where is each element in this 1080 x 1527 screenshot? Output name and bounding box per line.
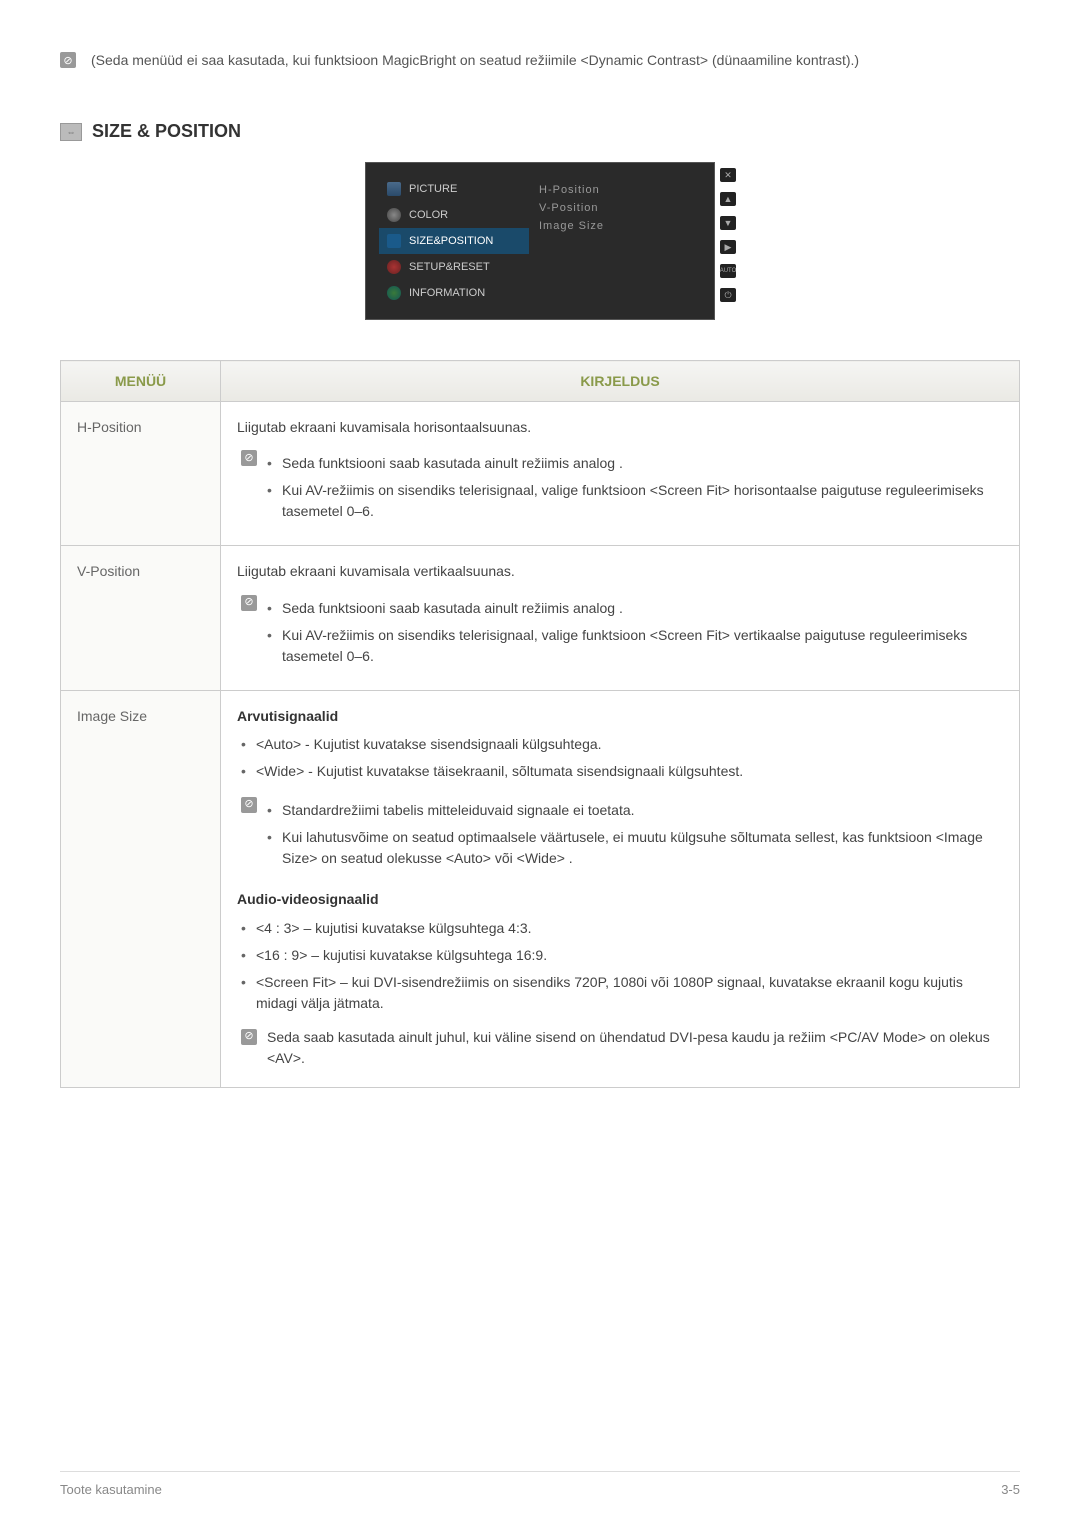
row-label: H-Position	[61, 402, 221, 546]
footer-right: 3-5	[1001, 1482, 1020, 1497]
row-desc: Arvutisignaalid <Auto> - Kujutist kuvata…	[221, 690, 1020, 1087]
info-icon	[387, 286, 401, 300]
row-label: Image Size	[61, 690, 221, 1087]
position-icon: ⇔	[60, 123, 82, 141]
osd-side-buttons: ✕ ▲ ▼ ▶ AUTO ⏻	[720, 163, 736, 302]
up-icon: ▲	[720, 192, 736, 206]
enter-icon: ▶	[720, 240, 736, 254]
color-icon	[387, 208, 401, 222]
prohibit-icon	[241, 1029, 257, 1045]
table-row: Image Size Arvutisignaalid <Auto> - Kuju…	[61, 690, 1020, 1087]
th-desc: KIRJELDUS	[221, 361, 1020, 402]
footer: Toote kasutamine 3-5	[60, 1471, 1020, 1497]
osd-item: INFORMATION	[379, 280, 529, 306]
footer-left: Toote kasutamine	[60, 1482, 162, 1497]
osd-menu: PICTURE COLOR SIZE&POSITION SETUP&RESET …	[365, 162, 715, 320]
prohibit-icon	[241, 595, 257, 611]
osd-screenshot: PICTURE COLOR SIZE&POSITION SETUP&RESET …	[60, 162, 1020, 320]
osd-left-panel: PICTURE COLOR SIZE&POSITION SETUP&RESET …	[374, 171, 534, 311]
table-row: V-Position Liigutab ekraani kuvamisala v…	[61, 546, 1020, 690]
auto-icon: AUTO	[720, 264, 736, 278]
osd-item-selected: SIZE&POSITION	[379, 228, 529, 254]
sizeposition-icon	[387, 234, 401, 248]
section-title: SIZE & POSITION	[92, 121, 241, 142]
osd-item: COLOR	[379, 202, 529, 228]
table-row: H-Position Liigutab ekraani kuvamisala h…	[61, 402, 1020, 546]
row-desc: Liigutab ekraani kuvamisala vertikaalsuu…	[221, 546, 1020, 690]
close-icon: ✕	[720, 168, 736, 182]
picture-icon	[387, 182, 401, 196]
prohibit-icon	[60, 52, 76, 68]
top-note: (Seda menüüd ei saa kasutada, kui funkts…	[60, 50, 1020, 71]
osd-item: SETUP&RESET	[379, 254, 529, 280]
setup-icon	[387, 260, 401, 274]
row-desc: Liigutab ekraani kuvamisala horisontaals…	[221, 402, 1020, 546]
spec-table: MENÜÜ KIRJELDUS H-Position Liigutab ekra…	[60, 360, 1020, 1088]
power-icon: ⏻	[720, 288, 736, 302]
osd-right-panel: H-Position V-Position Image Size	[534, 171, 706, 311]
row-label: V-Position	[61, 546, 221, 690]
top-note-text: (Seda menüüd ei saa kasutada, kui funkts…	[91, 50, 859, 71]
down-icon: ▼	[720, 216, 736, 230]
prohibit-icon	[241, 450, 257, 466]
prohibit-icon	[241, 797, 257, 813]
section-header: ⇔ SIZE & POSITION	[60, 121, 1020, 142]
th-menu: MENÜÜ	[61, 361, 221, 402]
osd-item: PICTURE	[379, 176, 529, 202]
